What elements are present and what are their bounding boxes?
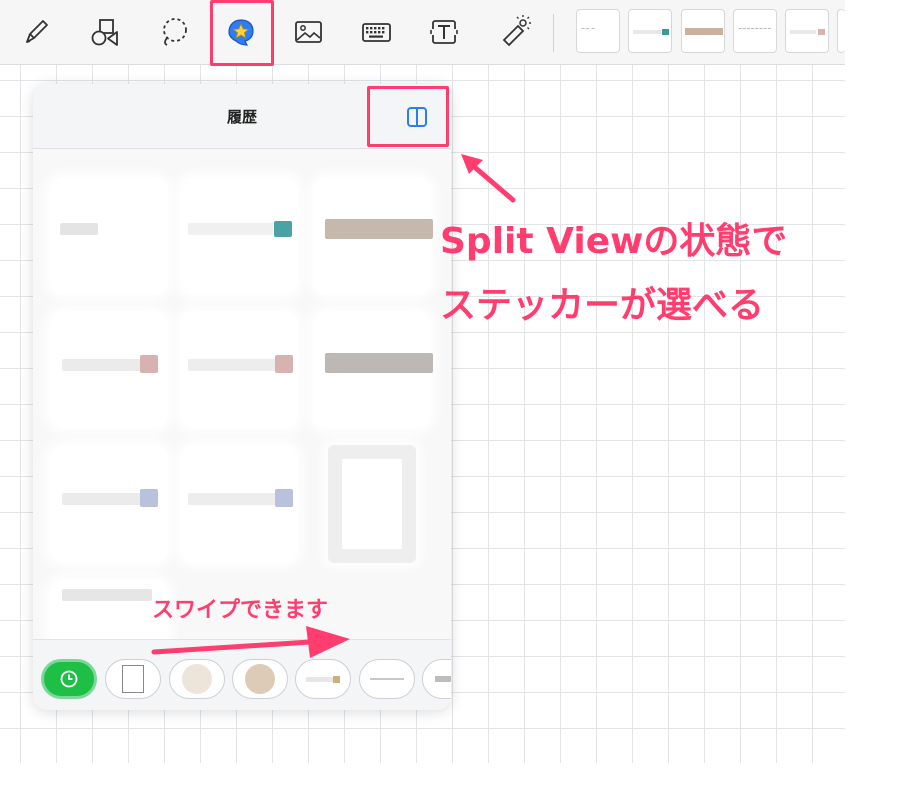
shapes-tool-button[interactable] xyxy=(84,10,128,54)
image-icon xyxy=(295,21,322,43)
annotation-split-line1: Split Viewの状態で xyxy=(440,221,788,262)
keyboard-tool-button[interactable] xyxy=(354,10,398,54)
recent-sticker-thumbnail[interactable]: ∼∼∼∼∼∼∼∼ xyxy=(733,9,777,53)
text-box-icon xyxy=(429,20,459,44)
sticker-cell[interactable] xyxy=(328,445,416,563)
lasso-tool-button[interactable] xyxy=(152,10,196,54)
pen-icon xyxy=(26,20,48,43)
recent-sticker-thumbnail[interactable] xyxy=(681,9,725,53)
sticker-cell[interactable] xyxy=(313,177,433,295)
recent-sticker-thumbnail[interactable] xyxy=(837,9,845,53)
laser-pointer-icon xyxy=(502,15,531,47)
sticker-tool-highlight xyxy=(210,0,274,66)
keyboard-icon xyxy=(362,23,391,42)
toolbar-divider xyxy=(553,14,554,52)
recent-sticker-thumbnail[interactable] xyxy=(628,9,672,53)
annotation-arrow-up xyxy=(461,154,516,203)
laser-pointer-tool-button[interactable] xyxy=(492,10,536,54)
image-tool-button[interactable] xyxy=(286,10,330,54)
sticker-grid[interactable] xyxy=(33,149,451,639)
thumbnail-label: ∼∼∼∼∼∼∼∼ xyxy=(738,26,772,32)
sticker-cell[interactable] xyxy=(180,445,298,563)
toolbar: ∼∼ ∼ ∼∼∼∼∼∼∼∼ xyxy=(0,0,845,66)
recent-sticker-thumbnail[interactable]: ∼∼ ∼ xyxy=(576,9,620,53)
split-view-highlight xyxy=(367,86,449,147)
sticker-cell[interactable] xyxy=(313,311,433,429)
sticker-cell[interactable] xyxy=(180,177,298,295)
pen-tool-button[interactable] xyxy=(14,10,58,54)
text-tool-button[interactable] xyxy=(422,10,466,54)
thumbnail-label: ∼∼ ∼ xyxy=(581,26,596,32)
sticker-cell[interactable] xyxy=(50,311,168,429)
annotation-split-line2: ステッカーが選べる xyxy=(440,285,765,326)
sticker-cell[interactable] xyxy=(50,177,168,295)
annotation-arrow-right xyxy=(151,626,350,658)
recent-sticker-thumbnail[interactable] xyxy=(785,9,829,53)
shapes-icon xyxy=(91,19,118,46)
lasso-icon xyxy=(163,18,187,46)
sticker-cell[interactable] xyxy=(180,311,298,429)
sticker-cell[interactable] xyxy=(50,445,168,563)
